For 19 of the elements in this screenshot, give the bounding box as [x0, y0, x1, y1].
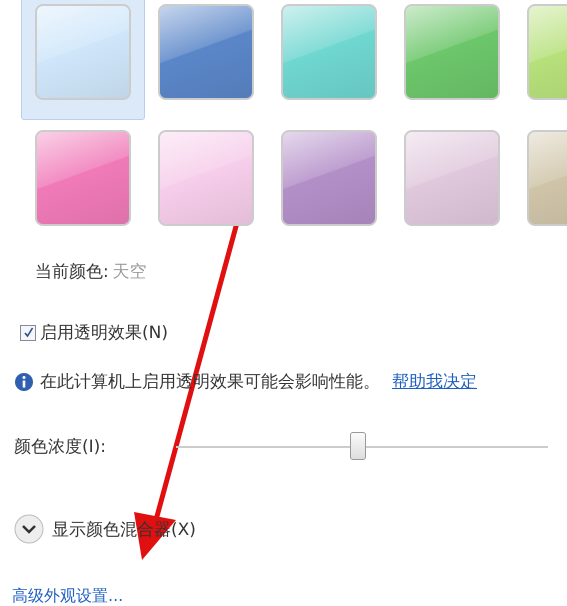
- color-swatch[interactable]: [158, 4, 254, 100]
- color-swatch[interactable]: [404, 4, 500, 100]
- color-swatch[interactable]: [404, 130, 500, 226]
- color-swatch[interactable]: [158, 130, 254, 226]
- color-swatch[interactable]: [281, 4, 377, 100]
- intensity-label: 颜色浓度(I):: [14, 436, 106, 458]
- color-swatch[interactable]: [35, 130, 131, 226]
- mixer-label[interactable]: 显示颜色混合器(X): [52, 518, 196, 540]
- advanced-appearance-link[interactable]: 高级外观设置...: [12, 586, 124, 606]
- current-color-value: 天空: [112, 261, 147, 283]
- color-swatch[interactable]: [35, 4, 131, 100]
- current-color-label: 当前颜色:: [35, 261, 109, 283]
- slider-thumb[interactable]: [350, 432, 366, 460]
- info-icon: [14, 372, 34, 392]
- transparency-label[interactable]: 启用透明效果(N): [40, 321, 168, 344]
- help-link[interactable]: 帮助我决定: [392, 370, 477, 393]
- chevron-down-icon[interactable]: [14, 514, 44, 544]
- color-swatch[interactable]: [281, 130, 377, 226]
- transparency-checkbox[interactable]: [20, 324, 36, 340]
